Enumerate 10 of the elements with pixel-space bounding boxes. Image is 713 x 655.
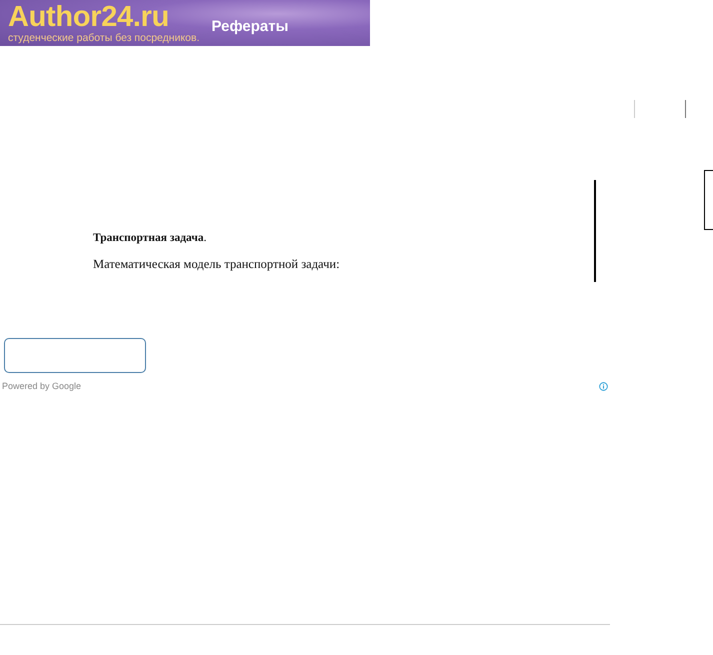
powered-by-text: Powered by Google [2,381,82,391]
tagline: студенческие работы без посредников. [8,32,200,44]
search-field[interactable] [4,338,146,373]
banner-ad[interactable]: Author24.ru студенческие работы без посредников. Рефераты [0,0,370,46]
article-title: Транспортная задача. [93,232,208,244]
article-paragraph: Математическая модель транспортной задачи: [93,257,341,272]
section-label: Рефераты [212,18,288,35]
info-icon[interactable] [599,382,608,390]
logo-text: Author24.ru [8,2,170,32]
bracket-frame [704,170,713,230]
